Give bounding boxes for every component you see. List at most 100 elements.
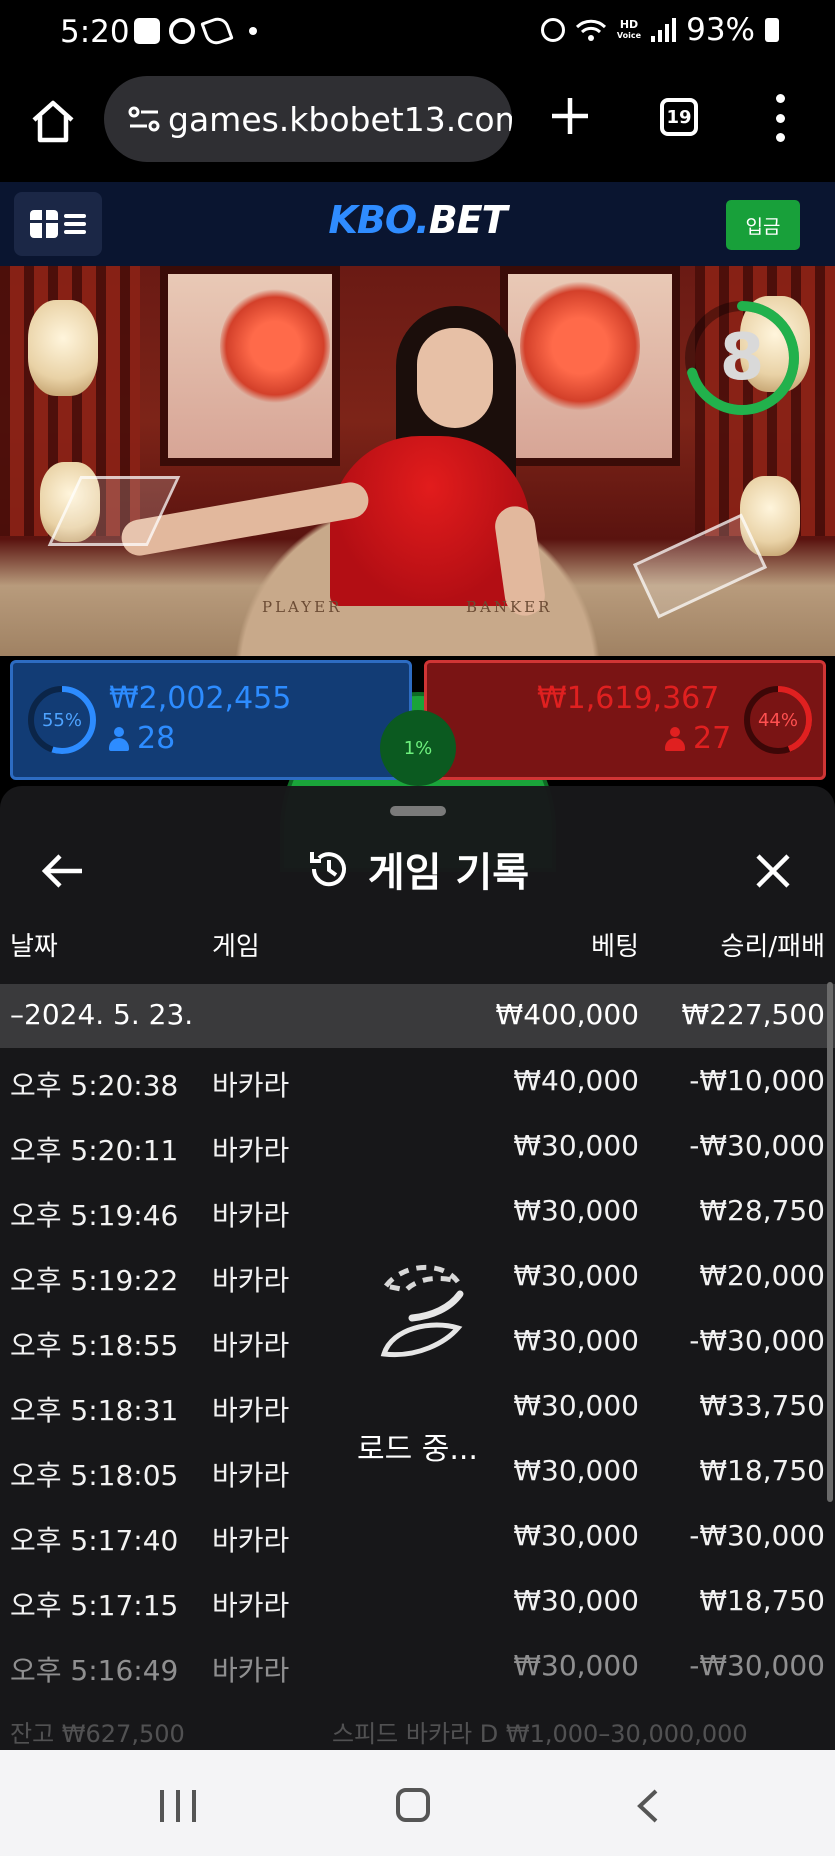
row-result: ₩18,750 [699, 1584, 825, 1617]
row-result: ₩33,750 [699, 1389, 825, 1422]
wifi-icon [575, 19, 606, 41]
battery-percent: 93% [686, 12, 755, 48]
header-result[interactable]: 승리/패배 [721, 926, 825, 963]
logo-dot: . [415, 198, 429, 242]
row-result: ₩28,750 [699, 1194, 825, 1227]
history-row[interactable]: 오후 5:20:11 바카라 ₩30,000 -₩30,000 [0, 1113, 835, 1178]
site-settings-icon[interactable] [126, 101, 162, 137]
banker-percent: 44% [757, 709, 798, 731]
player-bet-area[interactable]: 55% ₩2,002,455 28 [10, 660, 412, 780]
tie-percent: 1% [380, 710, 456, 786]
background-footer: 잔고 ₩627,500 스피드 바카라 D ₩1,000–30,000,000 [0, 1680, 835, 1750]
row-time: 오후 5:17:40 [10, 1524, 179, 1557]
person-icon [109, 726, 129, 751]
row-bet: ₩30,000 [513, 1389, 639, 1422]
day-bet-total: ₩400,000 [495, 998, 639, 1031]
history-row[interactable]: 오후 5:20:38 바카라 ₩40,000 -₩10,000 [0, 1048, 835, 1113]
address-bar[interactable]: games.kbobet13.com [104, 76, 512, 162]
banker-count: 27 [665, 721, 731, 756]
row-bet: ₩30,000 [513, 1129, 639, 1162]
logo-bet: BET [428, 198, 508, 242]
history-row[interactable]: 오후 5:17:40 바카라 ₩30,000 -₩30,000 [0, 1503, 835, 1568]
blossom-right [520, 276, 640, 416]
header-game[interactable]: 게임 [212, 926, 260, 963]
notification-icons [134, 14, 257, 48]
banker-bet-area[interactable]: 44% ₩1,619,367 27 [424, 660, 826, 780]
table-banker-text: BANKER [466, 598, 553, 616]
history-row[interactable]: 오후 5:17:15 바카라 ₩30,000 ₩18,750 [0, 1568, 835, 1633]
row-bet: ₩30,000 [513, 1649, 639, 1682]
banker-amount: ₩1,619,367 [537, 681, 720, 716]
row-game: 바카라 [212, 1069, 290, 1102]
row-game: 바카라 [212, 1589, 290, 1622]
history-icon [309, 852, 346, 887]
new-tab-icon[interactable] [548, 94, 592, 138]
site-header: KBO.BET 입금 [0, 182, 835, 266]
row-result: -₩30,000 [689, 1324, 825, 1357]
day-group-header[interactable]: –2024. 5. 23. ₩400,000 ₩227,500 [0, 984, 835, 1048]
balance-ghost: 잔고 ₩627,500 [10, 1720, 185, 1748]
deposit-button[interactable]: 입금 [726, 200, 800, 250]
row-bet: ₩30,000 [513, 1584, 639, 1617]
status-time: 5:20 [60, 14, 130, 50]
row-result: -₩30,000 [689, 1129, 825, 1162]
sheet-title: 게임 기록 [367, 850, 530, 896]
day-label: –2024. 5. 23. [10, 998, 194, 1031]
player-percent: 55% [41, 709, 82, 731]
player-count-value: 28 [137, 721, 176, 756]
android-nav-bar [0, 1750, 835, 1856]
tabs-icon[interactable]: 19 [660, 98, 698, 136]
chat-app-icon [169, 18, 195, 44]
close-icon[interactable] [748, 846, 798, 896]
home-nav-icon[interactable] [396, 1788, 430, 1822]
row-time: 오후 5:17:15 [10, 1589, 179, 1622]
person-icon [665, 726, 685, 751]
sheet-title-group: 게임 기록 [0, 840, 835, 898]
row-game: 바카라 [212, 1394, 290, 1427]
loading-text: 로드 중... [357, 1432, 478, 1467]
hd-voice-badge: HD Voice [617, 19, 641, 41]
row-result: -₩30,000 [689, 1519, 825, 1552]
row-result: ₩20,000 [699, 1259, 825, 1292]
player-amount: ₩2,002,455 [109, 681, 292, 716]
battery-icon [765, 18, 779, 42]
row-bet: ₩30,000 [513, 1324, 639, 1357]
sheet-drag-handle[interactable] [390, 806, 446, 816]
row-bet: ₩30,000 [513, 1519, 639, 1552]
dealer-face [417, 328, 493, 428]
more-icon[interactable] [774, 94, 786, 142]
site-logo[interactable]: KBO.BET [0, 198, 835, 242]
alarm-icon [540, 18, 565, 42]
row-game: 바카라 [212, 1329, 290, 1362]
row-time: 오후 5:18:31 [10, 1394, 179, 1427]
banker-count-value: 27 [693, 721, 732, 756]
history-row[interactable]: 오후 5:19:46 바카라 ₩30,000 ₩28,750 [0, 1178, 835, 1243]
table-player-text: PLAYER [262, 598, 343, 616]
blossom-left [220, 286, 330, 406]
header-date[interactable]: 날짜 [10, 926, 58, 963]
day-result-total: ₩227,500 [681, 998, 825, 1031]
browser-toolbar: games.kbobet13.com 19 [0, 72, 835, 182]
header-bet[interactable]: 베팅 [591, 926, 639, 963]
lantern-1 [28, 300, 98, 396]
live-dealer-video: PLAYER BANKER 8 [0, 266, 835, 656]
player-count: 28 [109, 721, 175, 756]
back-nav-icon[interactable] [634, 1788, 660, 1824]
loading-spinner-icon [380, 1265, 464, 1358]
row-time: 오후 5:19:46 [10, 1199, 179, 1232]
row-result: -₩30,000 [689, 1649, 825, 1682]
status-bar: 5:20 HD Voice 93% [0, 0, 835, 72]
row-result: -₩10,000 [689, 1064, 825, 1097]
recent-apps-icon[interactable] [160, 1790, 196, 1822]
countdown-number: 8 [719, 321, 765, 395]
row-bet: ₩30,000 [513, 1194, 639, 1227]
browser-app-icon [200, 14, 234, 48]
pay-app-icon [134, 18, 160, 44]
table-name-ghost: 스피드 바카라 D ₩1,000–30,000,000 [332, 1720, 748, 1748]
row-game: 바카라 [212, 1199, 290, 1232]
history-column-headers: 날짜 게임 베팅 승리/패배 [0, 926, 835, 970]
home-icon[interactable] [28, 96, 78, 146]
url-text[interactable]: games.kbobet13.com [168, 100, 512, 139]
signal-icon [651, 18, 677, 42]
system-icons: HD Voice 93% [540, 12, 779, 48]
